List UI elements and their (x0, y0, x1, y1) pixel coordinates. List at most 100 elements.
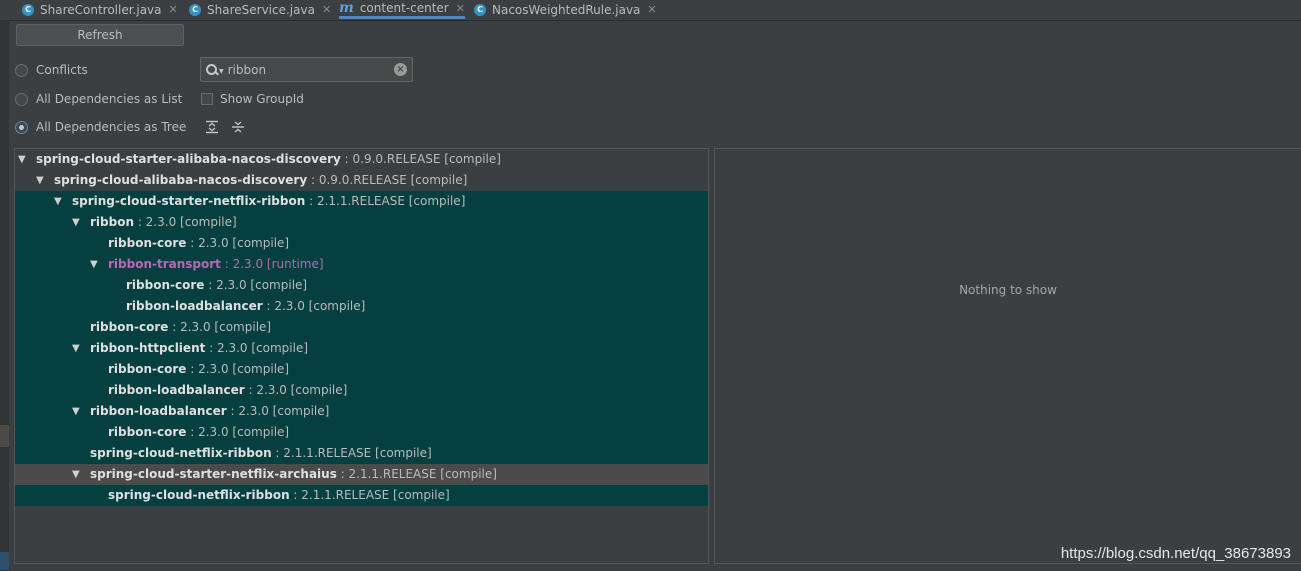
search-icon[interactable] (206, 63, 218, 76)
artifact-name: ribbon-core (108, 362, 187, 376)
expand-all-icon (206, 120, 218, 134)
artifact-name: ribbon-loadbalancer (90, 404, 227, 418)
list-radio[interactable] (15, 92, 28, 106)
close-icon[interactable]: ✕ (647, 3, 656, 16)
show-groupid-option[interactable]: Show GroupId (201, 92, 304, 106)
class-icon: C (189, 3, 201, 16)
tree-row[interactable]: ribbon-core : 2.3.0 [compile] (15, 422, 708, 443)
tab-label: ShareService.java (207, 2, 315, 17)
tree-row[interactable]: ▼ ribbon : 2.3.0 [compile] (15, 212, 708, 233)
tab-share-service[interactable]: C ShareService.java ✕ (189, 0, 331, 19)
gutter-marker (0, 552, 9, 570)
tree-row[interactable]: ▼ spring-cloud-starter-netflix-ribbon : … (15, 191, 708, 212)
tab-share-controller[interactable]: C ShareController.java ✕ (22, 0, 178, 19)
artifact-name: ribbon-transport (108, 257, 221, 271)
tree-row[interactable]: ribbon-core : 2.3.0 [compile] (15, 233, 708, 254)
usages-panel: Nothing to show (714, 148, 1301, 564)
expand-arrow-icon[interactable]: ▼ (72, 464, 82, 485)
tree-row[interactable]: spring-cloud-netflix-ribbon : 2.1.1.RELE… (15, 443, 708, 464)
tree-row[interactable]: ribbon-loadbalancer : 2.3.0 [compile] (15, 380, 708, 401)
expand-arrow-icon[interactable]: ▼ (54, 191, 64, 212)
artifact-version: : 2.3.0 [compile] (168, 320, 272, 334)
artifact-name: spring-cloud-starter-netflix-archaius (90, 467, 337, 481)
artifact-version: : 2.3.0 [compile] (205, 341, 309, 355)
list-label: All Dependencies as List (36, 92, 183, 106)
tree-row[interactable]: ▼ spring-cloud-alibaba-nacos-discovery :… (15, 170, 708, 191)
conflicts-radio[interactable] (15, 63, 28, 77)
list-option[interactable]: All Dependencies as List (15, 92, 182, 106)
artifact-name: ribbon (90, 215, 134, 229)
close-icon[interactable]: ✕ (456, 2, 465, 15)
artifact-version: : 0.9.0.RELEASE [compile] (307, 173, 468, 187)
tab-content-center[interactable]: m content-center ✕ (339, 0, 465, 19)
artifact-version: : 2.1.1.RELEASE [compile] (336, 467, 497, 481)
artifact-name: ribbon-loadbalancer (108, 383, 245, 397)
collapse-all-icon (232, 121, 244, 133)
artifact-version: : 2.3.0 [compile] (186, 236, 290, 250)
artifact-version: : 2.3.0 [compile] (244, 383, 348, 397)
tab-label: ShareController.java (40, 2, 162, 17)
artifact-version: : 2.3.0 [runtime] (220, 257, 324, 271)
tree-radio[interactable] (15, 120, 28, 134)
search-input[interactable] (227, 62, 388, 77)
refresh-button[interactable]: Refresh (16, 24, 184, 46)
tab-label: content-center (359, 1, 449, 15)
tree-option[interactable]: All Dependencies as Tree (15, 120, 186, 134)
artifact-name: ribbon-core (90, 320, 169, 334)
artifact-name: ribbon-loadbalancer (126, 299, 263, 313)
show-groupid-checkbox[interactable] (201, 93, 213, 105)
artifact-version: : 2.3.0 [compile] (186, 425, 290, 439)
dependency-tree[interactable]: ▼ spring-cloud-starter-alibaba-nacos-dis… (14, 148, 709, 564)
artifact-version: : 0.9.0.RELEASE [compile] (340, 152, 501, 166)
artifact-version: : 2.3.0 [compile] (262, 299, 366, 313)
tree-row[interactable]: ▼ spring-cloud-starter-alibaba-nacos-dis… (15, 149, 708, 170)
expand-arrow-icon[interactable]: ▼ (72, 401, 82, 422)
tree-row[interactable]: spring-cloud-netflix-ribbon : 2.1.1.RELE… (15, 485, 708, 506)
artifact-version: : 2.1.1.RELEASE [compile] (271, 446, 432, 460)
search-history-dropdown-icon[interactable]: ▼ (219, 68, 224, 75)
maven-icon: m (339, 0, 354, 16)
artifact-version: : 2.3.0 [compile] (186, 362, 290, 376)
conflicts-option[interactable]: Conflicts (15, 63, 88, 77)
artifact-name: ribbon-core (126, 278, 205, 292)
artifact-version: : 2.3.0 [compile] (134, 215, 237, 229)
class-icon: C (22, 3, 34, 16)
tree-row[interactable]: ribbon-core : 2.3.0 [compile] (15, 317, 708, 338)
artifact-name: spring-cloud-alibaba-nacos-discovery (54, 173, 308, 187)
clear-search-icon[interactable]: × (394, 63, 407, 76)
artifact-name: spring-cloud-netflix-ribbon (108, 488, 290, 502)
artifact-version: : 2.1.1.RELEASE [compile] (289, 488, 450, 502)
gutter-marker (0, 425, 9, 447)
tree-row[interactable]: ribbon-loadbalancer : 2.3.0 [compile] (15, 296, 708, 317)
tree-row[interactable]: ▼ ribbon-loadbalancer : 2.3.0 [compile] (15, 401, 708, 422)
close-icon[interactable]: ✕ (169, 3, 178, 16)
expand-arrow-icon[interactable]: ▼ (18, 149, 28, 170)
expand-arrow-icon[interactable]: ▼ (90, 254, 100, 275)
artifact-name: spring-cloud-starter-netflix-ribbon (72, 194, 306, 208)
expand-arrow-icon[interactable]: ▼ (72, 338, 82, 359)
tree-row[interactable]: ▼ ribbon-httpclient : 2.3.0 [compile] (15, 338, 708, 359)
editor-tab-bar: C ShareController.java ✕ C ShareService.… (0, 0, 1301, 21)
conflicts-label: Conflicts (36, 63, 88, 77)
show-groupid-label: Show GroupId (220, 92, 304, 106)
artifact-name: ribbon-httpclient (90, 341, 206, 355)
artifact-version: : 2.1.1.RELEASE [compile] (305, 194, 466, 208)
tree-row[interactable]: ribbon-core : 2.3.0 [compile] (15, 275, 708, 296)
tab-label: NacosWeightedRule.java (492, 2, 641, 17)
tree-row-selected[interactable]: ▼ spring-cloud-starter-netflix-archaius … (15, 464, 708, 485)
search-field[interactable]: ▼ × (200, 57, 413, 82)
artifact-version: : 2.3.0 [compile] (204, 278, 308, 292)
artifact-version: : 2.3.0 [compile] (226, 404, 330, 418)
collapse-all-button[interactable] (230, 119, 246, 135)
tree-row[interactable]: ▼ ribbon-transport : 2.3.0 [runtime] (15, 254, 708, 275)
tree-label: All Dependencies as Tree (36, 120, 187, 134)
expand-all-button[interactable] (204, 119, 220, 135)
watermark: https://blog.csdn.net/qq_38673893 (1060, 545, 1291, 562)
expand-arrow-icon[interactable]: ▼ (36, 170, 46, 191)
tab-nacos-weighted-rule[interactable]: C NacosWeightedRule.java ✕ (474, 0, 657, 19)
artifact-name: ribbon-core (108, 425, 187, 439)
tree-row[interactable]: ribbon-core : 2.3.0 [compile] (15, 359, 708, 380)
expand-arrow-icon[interactable]: ▼ (72, 212, 82, 233)
close-icon[interactable]: ✕ (322, 3, 331, 16)
left-gutter (0, 20, 9, 571)
